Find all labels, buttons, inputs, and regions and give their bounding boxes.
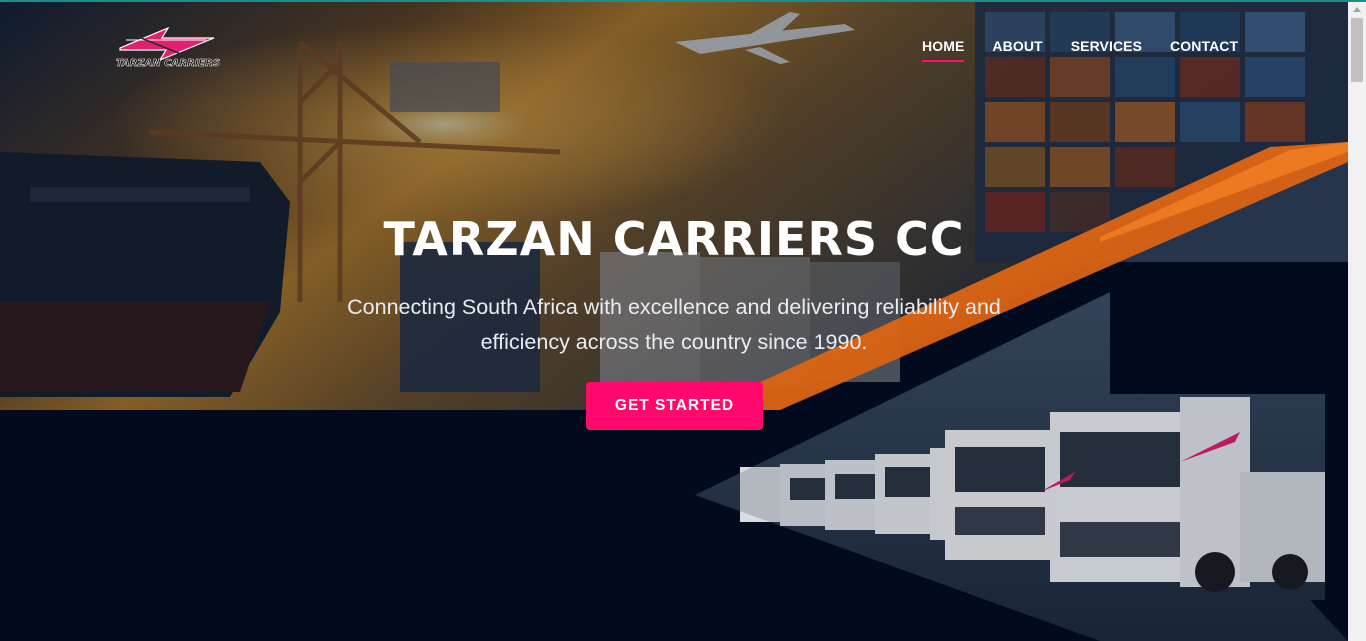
- hero-title: TARZAN CARRIERS CC: [383, 212, 965, 266]
- page-scrollbar[interactable]: [1348, 2, 1366, 641]
- tarzan-carriers-logo[interactable]: TARZAN CARRIERS: [116, 26, 220, 72]
- hero-subtitle: Connecting South Africa with excellence …: [347, 295, 1001, 354]
- get-started-button[interactable]: GET STARTED: [586, 382, 763, 430]
- window-top-border: [0, 0, 1366, 2]
- nav-item-home[interactable]: HOME: [922, 38, 965, 62]
- main-nav: HOME ABOUT SERVICES CONTACT: [908, 38, 1252, 62]
- svg-text:TARZAN CARRIERS: TARZAN CARRIERS: [116, 58, 220, 69]
- scrollbar-thumb[interactable]: [1351, 18, 1363, 82]
- nav-item-about[interactable]: ABOUT: [992, 38, 1042, 62]
- logo-icon: TARZAN CARRIERS: [116, 26, 220, 69]
- hero-content: TARZAN CARRIERS CC Connecting South Afri…: [0, 0, 1348, 639]
- site-header: TARZAN CARRIERS HOME ABOUT SERVICES CONT…: [0, 2, 1348, 92]
- scroll-up-icon[interactable]: [1353, 7, 1361, 12]
- nav-item-services[interactable]: SERVICES: [1071, 38, 1142, 62]
- nav-item-contact[interactable]: CONTACT: [1170, 38, 1238, 62]
